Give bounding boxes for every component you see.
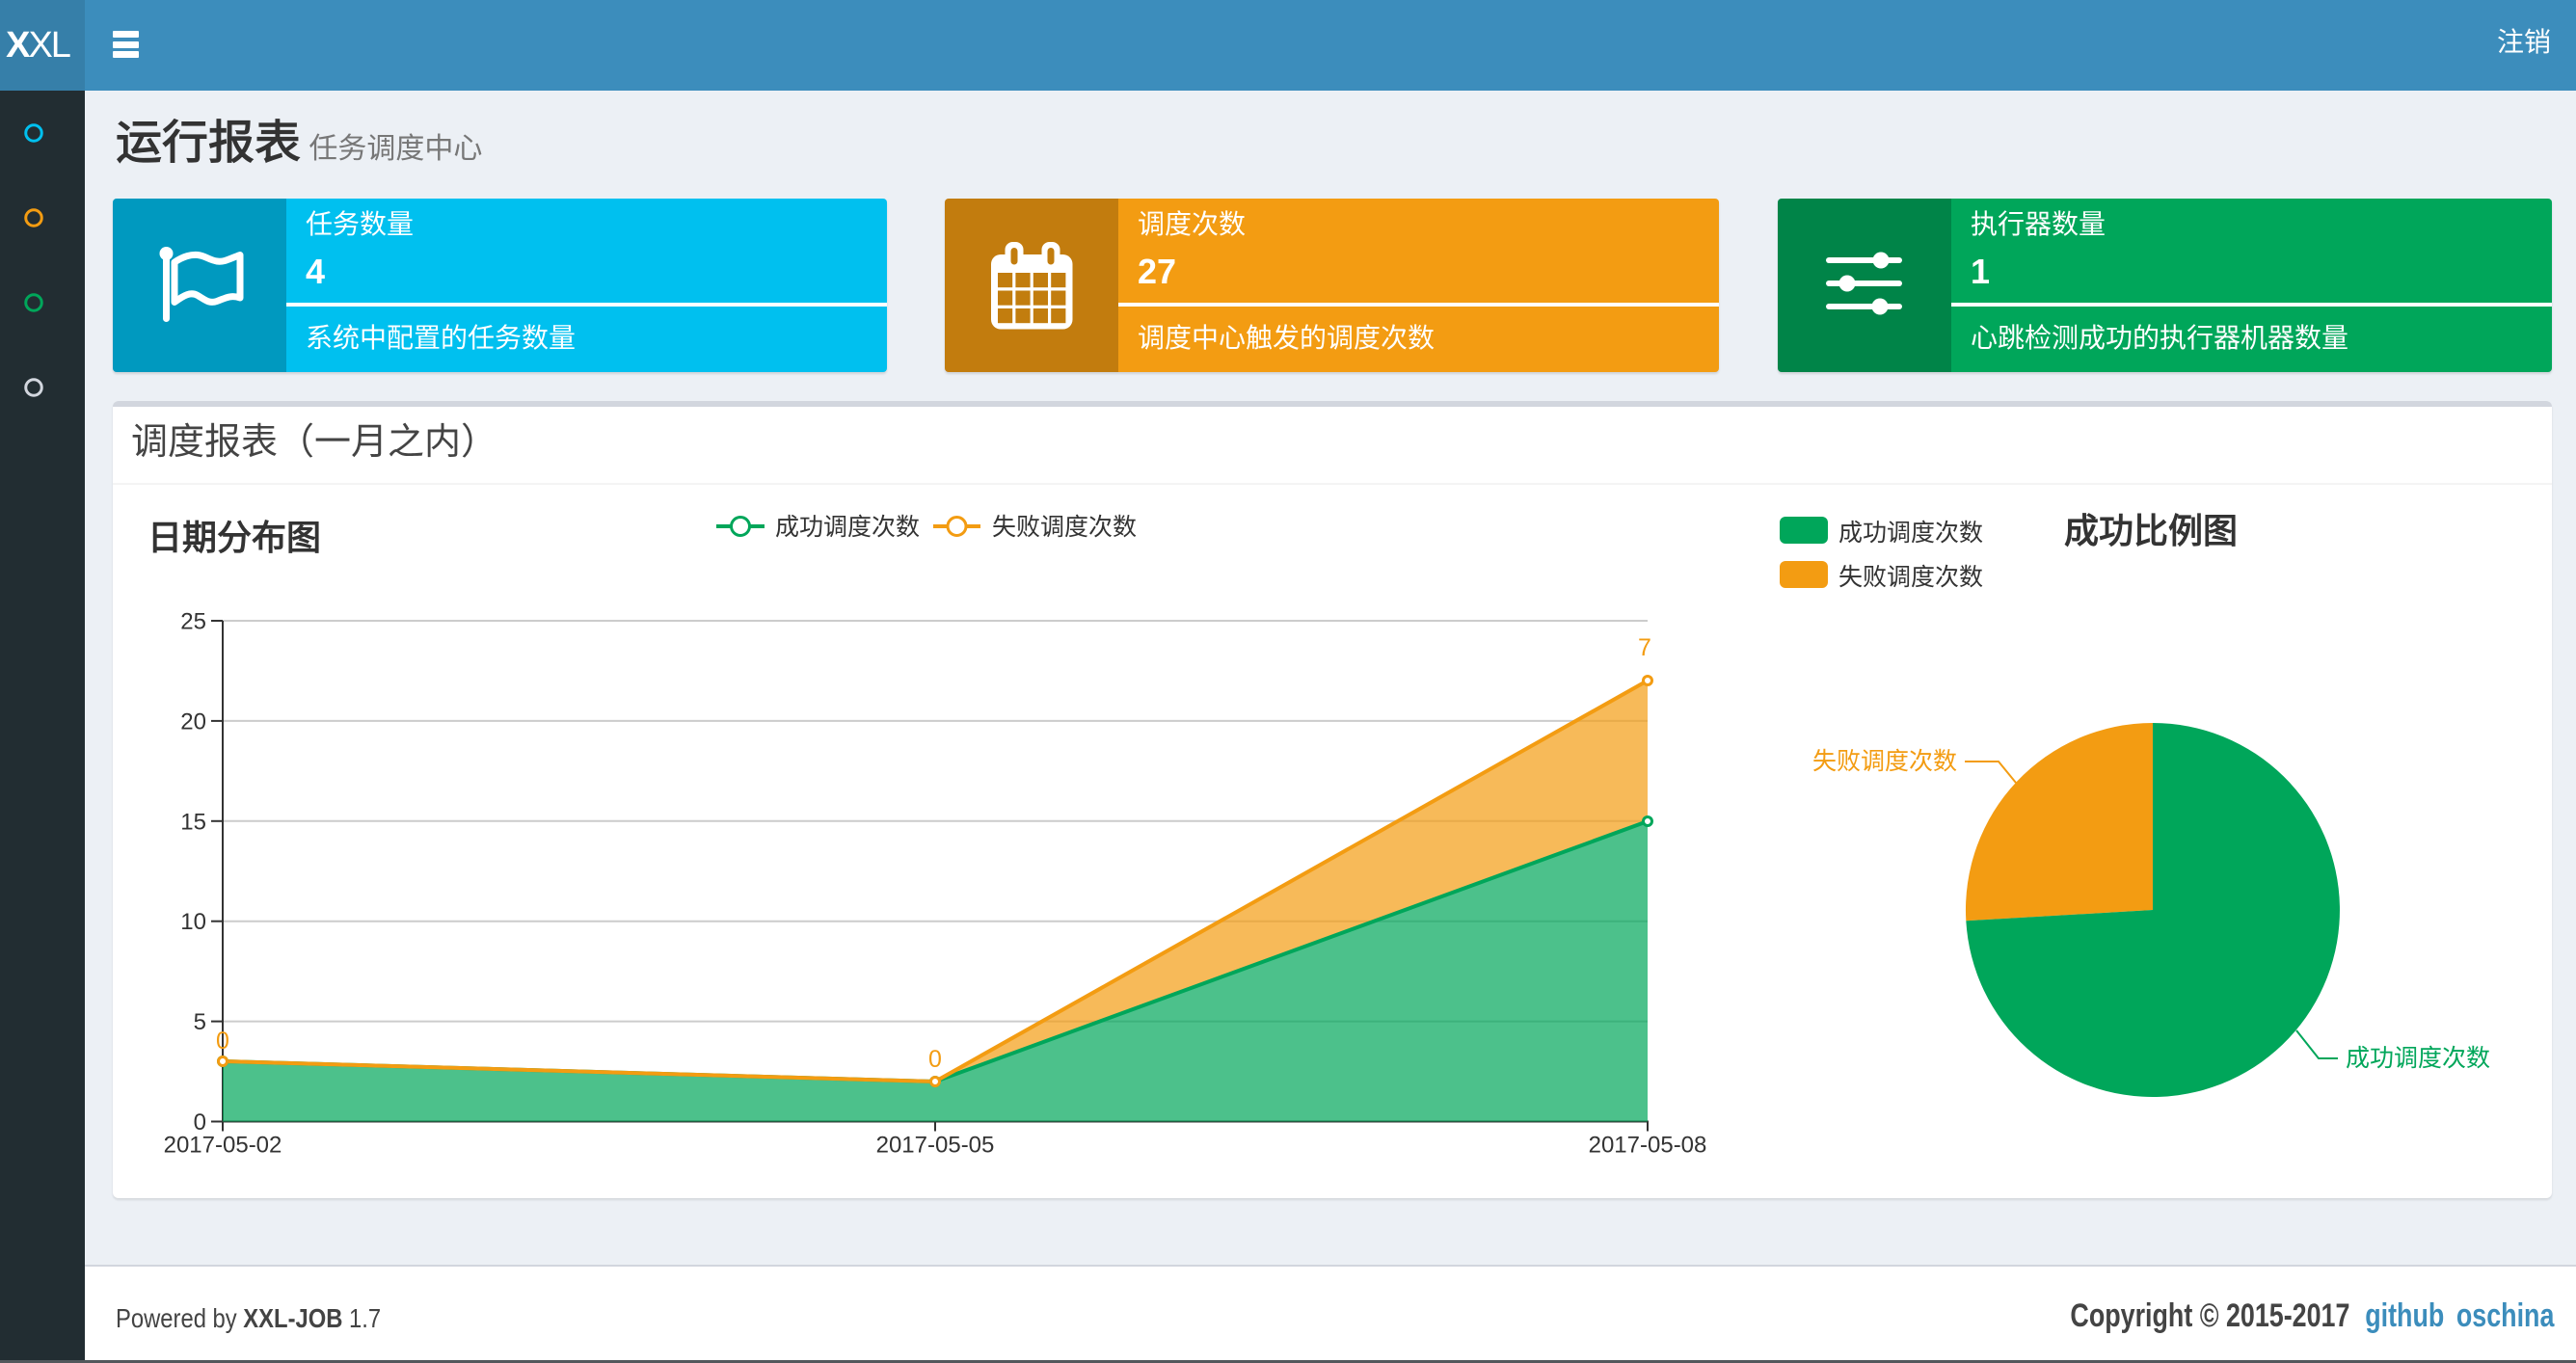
- svg-text:25: 25: [180, 609, 206, 635]
- svg-text:成功调度次数: 成功调度次数: [1838, 520, 1983, 547]
- svg-text:失败调度次数: 失败调度次数: [1812, 748, 1957, 775]
- svg-text:15: 15: [180, 810, 206, 836]
- svg-text:失败调度次数: 失败调度次数: [992, 514, 1137, 541]
- svg-text:10: 10: [180, 909, 206, 935]
- svg-text:成功调度次数: 成功调度次数: [775, 514, 920, 541]
- svg-text:0: 0: [928, 1046, 942, 1073]
- svg-text:失败调度次数: 失败调度次数: [1838, 564, 1983, 591]
- svg-text:20: 20: [180, 709, 206, 735]
- svg-text:2017-05-02: 2017-05-02: [164, 1133, 282, 1159]
- svg-text:2017-05-05: 2017-05-05: [876, 1133, 995, 1159]
- svg-text:7: 7: [1638, 634, 1651, 661]
- svg-text:2017-05-08: 2017-05-08: [1589, 1133, 1707, 1159]
- svg-text:日期分布图: 日期分布图: [148, 518, 321, 557]
- svg-text:成功调度次数: 成功调度次数: [2346, 1045, 2490, 1072]
- svg-text:5: 5: [194, 1009, 206, 1035]
- svg-text:成功比例图: 成功比例图: [2064, 511, 2238, 550]
- svg-text:0: 0: [216, 1028, 229, 1055]
